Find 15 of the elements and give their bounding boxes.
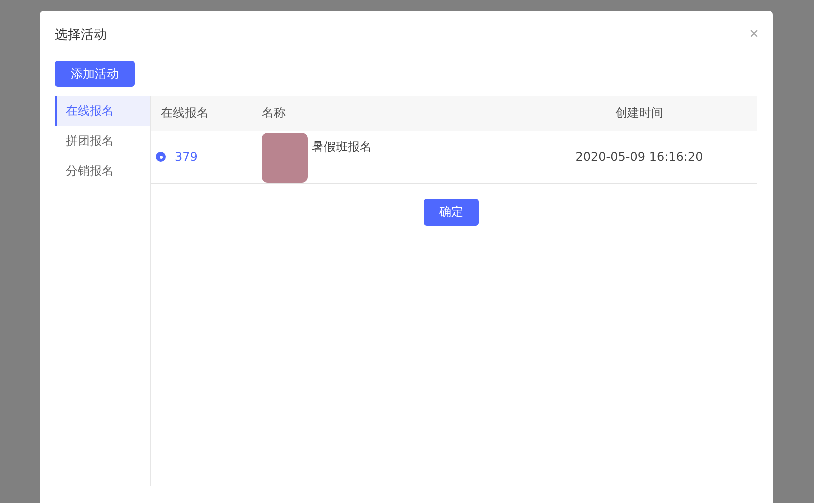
sidebar-item[interactable]: 拼团报名 bbox=[55, 126, 150, 156]
table-cell: 379 bbox=[175, 150, 198, 164]
add-activity-button[interactable]: 添加活动 bbox=[55, 61, 135, 87]
radio-button[interactable] bbox=[156, 152, 166, 162]
photo-placeholder bbox=[262, 133, 308, 183]
column-header: 名称 bbox=[262, 105, 287, 122]
column-header: 在线报名 bbox=[160, 105, 210, 122]
confirm-button[interactable]: 确定 bbox=[424, 199, 479, 226]
close-button[interactable]: × bbox=[750, 26, 759, 44]
sidebar-item[interactable]: 分销报名 bbox=[55, 156, 150, 186]
sidebar-item[interactable]: 在线报名 bbox=[55, 96, 150, 126]
table-cell: 暑假班报名 bbox=[312, 139, 372, 156]
table-cell-text: 2020-05-09 16:16:20 bbox=[574, 150, 704, 164]
dialog-title: 选择活动 bbox=[55, 27, 107, 44]
column-header: 创建时间 bbox=[614, 105, 664, 122]
